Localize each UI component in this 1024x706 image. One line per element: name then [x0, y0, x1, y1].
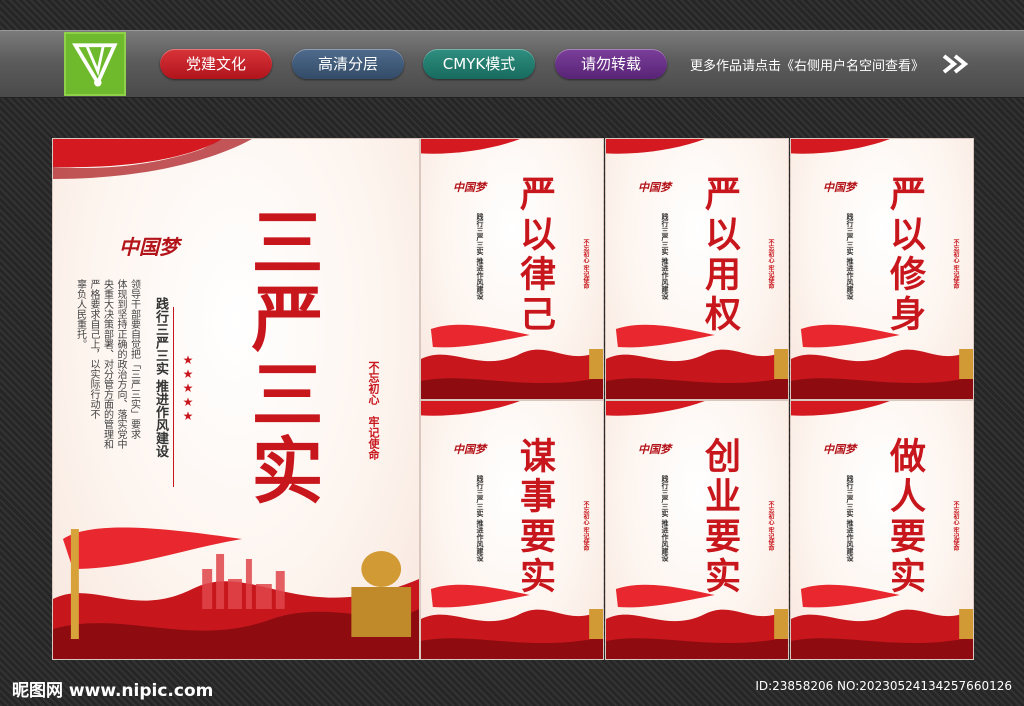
tag-cmyk-mode[interactable]: CMYK模式: [423, 49, 535, 79]
poster-2[interactable]: 中国梦 严以用权 践行三严三实 推进作风建设 不忘初心 牢记使命: [605, 138, 789, 400]
city-ribbon-illustration: [53, 527, 419, 659]
red-ribbon-top: [606, 401, 705, 416]
city-ribbon-illustration: [421, 584, 603, 659]
divider-line: [173, 307, 174, 487]
tag-no-repost[interactable]: 请勿转载: [555, 49, 667, 79]
main-poster[interactable]: 中国梦 三严三实 践行三严三实 推进作风建设 ★★★★★ 领导干部要自觉把「三严…: [52, 138, 420, 660]
poster-subhead: 践行三严三实 推进作风建设: [846, 475, 855, 562]
poster-3[interactable]: 中国梦 严以修身 践行三严三实 推进作风建设 不忘初心 牢记使命: [790, 138, 974, 400]
china-dream-logo: 中国梦: [638, 181, 671, 194]
poster-5[interactable]: 中国梦 创业要实 践行三严三实 推进作风建设 不忘初心 牢记使命: [605, 400, 789, 660]
poster-title: 谋事要实: [514, 437, 556, 597]
seal-text: 不忘初心 牢记使命: [767, 239, 774, 290]
pen-nib-icon: [72, 43, 118, 87]
poster-subhead: 践行三严三实 推进作风建设: [476, 475, 485, 562]
image-id: ID:23858206 NO:20230524134257660126: [755, 679, 1012, 693]
city-ribbon-illustration: [791, 324, 973, 399]
china-dream-logo: 中国梦: [119, 235, 179, 259]
red-ribbon-top: [791, 139, 890, 154]
poster-title: 严以修身: [884, 175, 926, 335]
tag-hd-layers[interactable]: 高清分层: [292, 49, 404, 79]
double-arrow-right-icon[interactable]: [942, 53, 970, 75]
city-ribbon-illustration: [421, 324, 603, 399]
brand-logo[interactable]: [64, 32, 126, 96]
red-ribbon-top: [421, 139, 520, 154]
poster-subhead: 践行三严三实 推进作风建设: [661, 213, 670, 300]
city-ribbon-illustration: [791, 584, 973, 659]
poster-title: 做人要实: [884, 437, 926, 597]
red-ribbon-top: [421, 401, 520, 416]
seal-text: 不忘初心 牢记使命: [952, 501, 959, 552]
poster-title: 创业要实: [699, 437, 741, 597]
red-ribbon-top: [791, 401, 890, 416]
city-ribbon-illustration: [606, 324, 788, 399]
more-works-link[interactable]: 更多作品请点击《右侧用户名空间查看》: [690, 55, 924, 74]
poster-title: 严以律己: [514, 175, 556, 335]
poster-6[interactable]: 中国梦 做人要实 践行三严三实 推进作风建设 不忘初心 牢记使命: [790, 400, 974, 660]
poster-1[interactable]: 中国梦 严以律己 践行三严三实 推进作风建设 不忘初心 牢记使命: [420, 138, 604, 400]
tag-party-culture[interactable]: 党建文化: [160, 49, 272, 79]
china-dream-logo: 中国梦: [823, 181, 856, 194]
china-dream-logo: 中国梦: [638, 443, 671, 456]
seal-text: 不忘初心 牢记使命: [582, 501, 589, 552]
main-title: 三严三实: [239, 205, 324, 509]
poster-4[interactable]: 中国梦 谋事要实 践行三严三实 推进作风建设 不忘初心 牢记使命: [420, 400, 604, 660]
china-dream-logo: 中国梦: [453, 443, 486, 456]
site-watermark: 昵图网 www.nipic.com: [12, 681, 214, 701]
red-ribbon-top: [53, 139, 252, 179]
seal-text: 不忘初心 牢记使命: [767, 501, 774, 552]
poster-subhead: 践行三严三实 推进作风建设: [476, 213, 485, 300]
seal-text: 不忘初心 牢记使命: [582, 239, 589, 290]
main-body-text: 领导干部要自觉把「三严三实」要求 体现到坚持正确的政治方向、落实党中 央重大决策…: [74, 279, 140, 449]
china-dream-logo: 中国梦: [453, 181, 486, 194]
seal-text: 不忘初心 牢记使命: [952, 239, 959, 290]
city-ribbon-illustration: [606, 584, 788, 659]
poster-subhead: 践行三严三实 推进作风建设: [846, 213, 855, 300]
poster-title: 严以用权: [699, 175, 741, 335]
seal-text: 不忘初心 牢记使命: [367, 361, 380, 460]
main-subhead: 践行三严三实 推进作风建设: [153, 297, 168, 458]
poster-subhead: 践行三严三实 推进作风建设: [661, 475, 670, 562]
china-dream-logo: 中国梦: [823, 443, 856, 456]
red-ribbon-top: [606, 139, 705, 154]
star-decoration: ★★★★★: [181, 353, 195, 423]
